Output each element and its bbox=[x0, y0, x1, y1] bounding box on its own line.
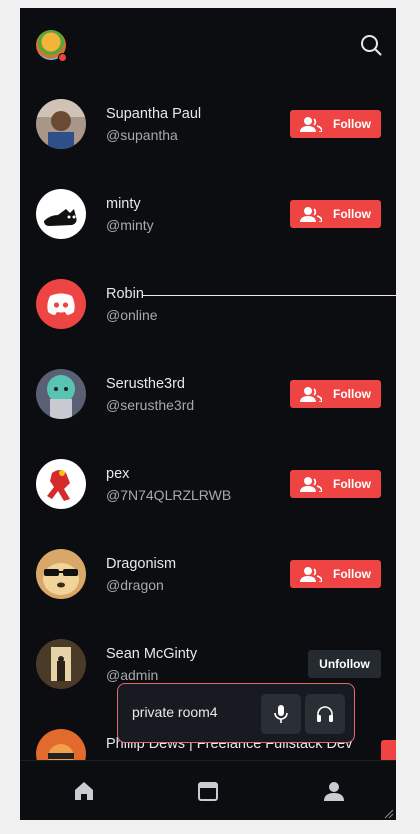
bottom-nav bbox=[20, 760, 396, 820]
avatar[interactable] bbox=[36, 189, 86, 239]
follow-button[interactable]: Follow bbox=[290, 470, 381, 498]
user-name: Robin bbox=[106, 286, 144, 302]
avatar[interactable] bbox=[36, 369, 86, 419]
room-popup[interactable]: private room4 bbox=[117, 683, 355, 743]
list-item: Supantha Paul @supantha Follow bbox=[20, 84, 396, 174]
list-item: Serusthe3rd @serusthe3rd Follow bbox=[20, 354, 396, 444]
follow-label: Follow bbox=[333, 387, 371, 401]
room-name: private room4 bbox=[132, 704, 218, 720]
headphones-icon bbox=[317, 706, 333, 722]
avatar[interactable] bbox=[36, 459, 86, 509]
search-icon[interactable] bbox=[360, 34, 382, 56]
unfollow-button[interactable]: Unfollow bbox=[308, 650, 381, 678]
avatar[interactable] bbox=[36, 279, 86, 329]
follow-label: Follow bbox=[333, 117, 371, 131]
user-name: Dragonism bbox=[106, 556, 177, 572]
follow-button[interactable]: Follow bbox=[290, 110, 381, 138]
mic-icon bbox=[274, 705, 288, 723]
user-name: pex bbox=[106, 466, 130, 482]
user-name: Sean McGinty bbox=[106, 646, 198, 662]
headphones-button[interactable] bbox=[305, 694, 345, 734]
user-name: Serusthe3rd bbox=[106, 376, 185, 392]
add-user-icon bbox=[300, 387, 322, 402]
follow-button[interactable]: Follow bbox=[290, 200, 381, 228]
follow-label: Follow bbox=[333, 567, 371, 581]
user-handle: @dragon bbox=[106, 577, 164, 593]
follow-label: Follow bbox=[333, 207, 371, 221]
home-icon[interactable] bbox=[72, 779, 96, 803]
avatar[interactable] bbox=[36, 549, 86, 599]
list-item: Robin @online bbox=[20, 264, 396, 354]
user-handle: @online bbox=[106, 307, 158, 323]
app-frame: Supantha Paul @supantha Follow minty @mi… bbox=[20, 8, 396, 820]
user-handle: @minty bbox=[106, 217, 154, 233]
add-user-icon bbox=[300, 207, 322, 222]
list-item: minty @minty Follow bbox=[20, 174, 396, 264]
avatar[interactable] bbox=[36, 639, 86, 689]
follow-label: Follow bbox=[333, 477, 371, 491]
user-handle: @7N74QLRZLRWB bbox=[106, 487, 232, 503]
user-name: Supantha Paul bbox=[106, 106, 202, 122]
mic-button[interactable] bbox=[261, 694, 301, 734]
follow-button[interactable]: Follow bbox=[290, 560, 381, 588]
add-user-icon bbox=[300, 567, 322, 582]
user-name: minty bbox=[106, 196, 141, 212]
status-dot bbox=[58, 53, 67, 62]
strike-line bbox=[142, 295, 396, 296]
user-handle: @serusthe3rd bbox=[106, 397, 195, 413]
discord-icon bbox=[36, 279, 86, 329]
avatar[interactable] bbox=[36, 99, 86, 149]
calendar-icon[interactable] bbox=[196, 779, 220, 803]
resize-grip[interactable] bbox=[382, 806, 394, 819]
add-user-icon bbox=[300, 117, 322, 132]
list-item: pex @7N74QLRZLRWB Follow bbox=[20, 444, 396, 534]
user-handle: @admin bbox=[106, 667, 159, 683]
add-user-icon bbox=[300, 477, 322, 492]
follow-button[interactable]: Follow bbox=[290, 380, 381, 408]
user-handle: @supantha bbox=[106, 127, 178, 143]
list-item: Dragonism @dragon Follow bbox=[20, 534, 396, 624]
profile-icon[interactable] bbox=[322, 779, 346, 803]
top-bar bbox=[20, 8, 396, 84]
